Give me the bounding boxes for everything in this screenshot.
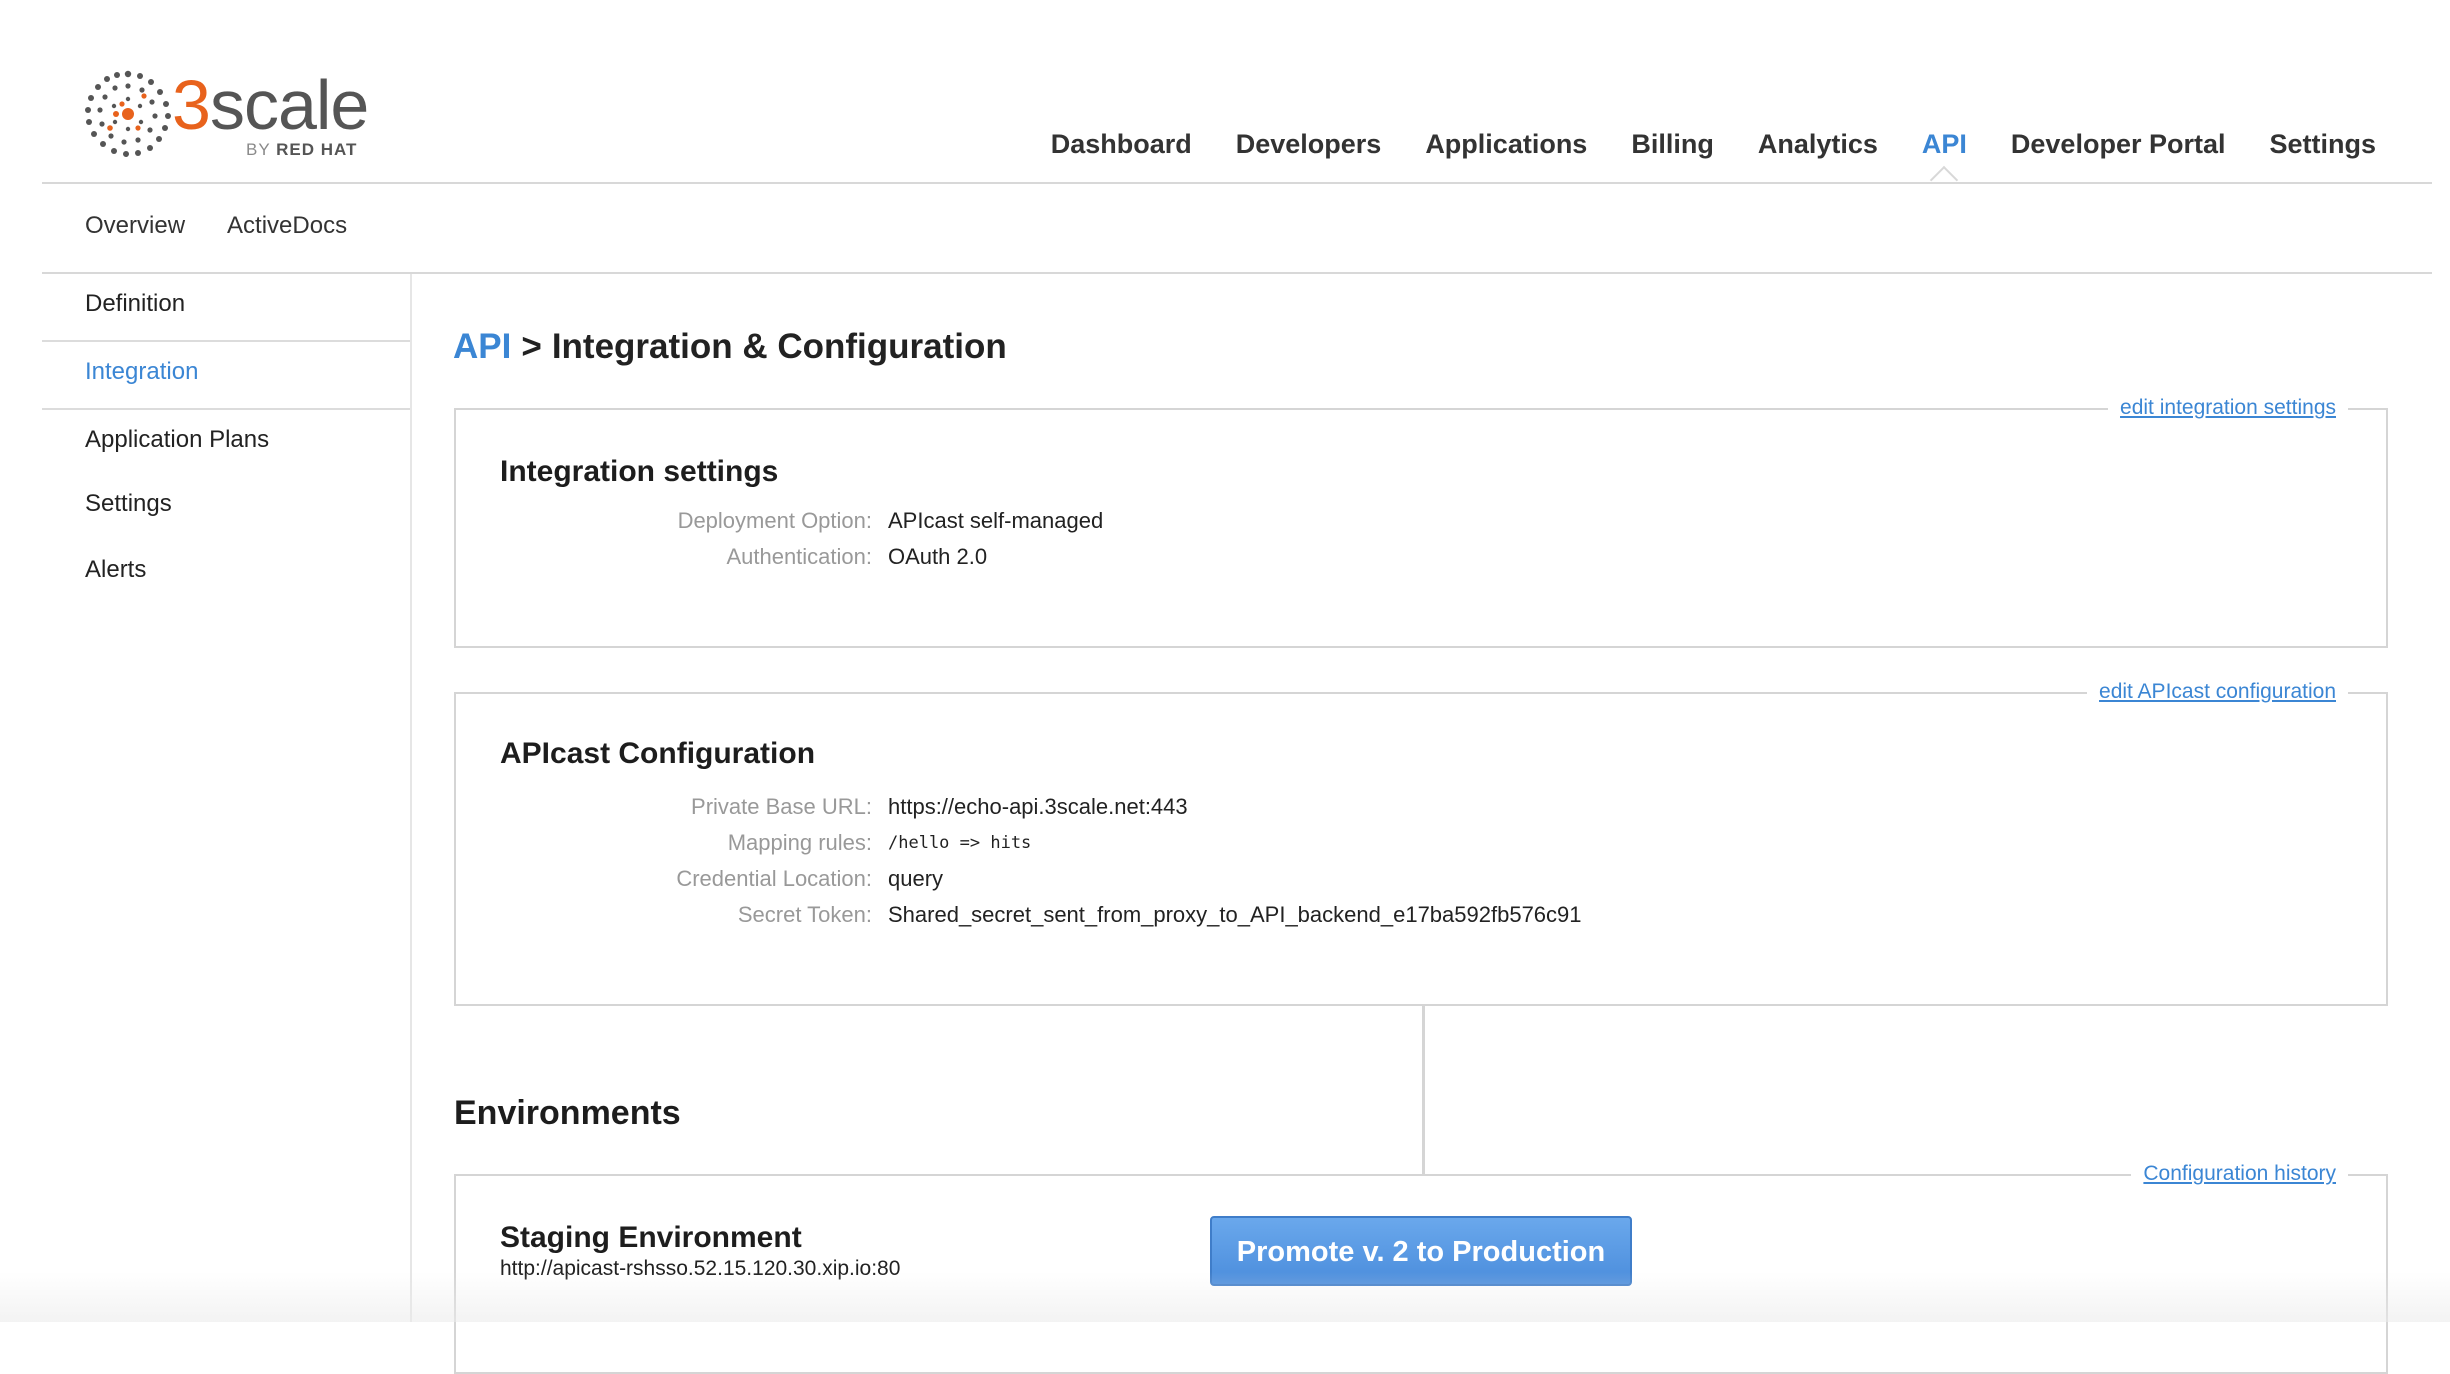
field-value: OAuth 2.0 [888,544,988,569]
nav-applications[interactable]: Applications [1403,126,1609,162]
apicast-configuration-title: APIcast Configuration [500,737,816,770]
integration-settings-panel: edit integration settings Integration se… [454,393,2388,648]
nav-api[interactable]: API [1900,126,1989,162]
sidebar-item-integration[interactable]: Integration [85,354,198,390]
nav-developer-portal[interactable]: Developer Portal [1989,126,2248,162]
apicast-configuration-panel: edit APIcast configuration APIcast Confi… [454,677,2388,1006]
field-label: Secret Token: [737,902,872,927]
sidebar: Definition Integration Application Plans… [42,274,412,1322]
logo-mark-icon [85,70,171,157]
sub-nav: Overview ActiveDocs [85,208,347,244]
nav-analytics[interactable]: Analytics [1736,126,1900,162]
edit-apicast-configuration-link[interactable]: edit APIcast configuration [2087,677,2348,707]
sidebar-divider [42,340,410,342]
field-label: Mapping rules: [727,830,872,855]
breadcrumb-separator: > [521,327,542,366]
logo-subtitle: BY RED HAT [246,140,358,159]
nav-settings[interactable]: Settings [2247,126,2398,162]
sidebar-item-application-plans[interactable]: Application Plans [85,422,269,458]
environments-title: Environments [454,1094,681,1132]
field-label: Private Base URL: [691,794,872,819]
field-label: Deployment Option: [677,508,872,533]
field-value: Shared_secret_sent_from_proxy_to_API_bac… [888,902,1582,927]
staging-environment-title: Staging Environment [500,1221,802,1254]
nav-dashboard[interactable]: Dashboard [1029,126,1214,162]
nav-developers[interactable]: Developers [1214,126,1404,162]
brand-logo[interactable]: 3scale BY RED HAT [80,66,400,166]
field-deployment-option: Deployment Option: APIcast self-managed [456,504,2256,538]
field-value: APIcast self-managed [888,508,1104,533]
edit-integration-settings-link[interactable]: edit integration settings [2108,393,2348,423]
logo-wordmark: 3scale [172,66,369,144]
subnav-overview[interactable]: Overview [85,208,185,244]
field-secret-token: Secret Token: Shared_secret_sent_from_pr… [456,898,2256,932]
subnav-activedocs[interactable]: ActiveDocs [227,208,347,244]
promote-to-production-button[interactable]: Promote v. 2 to Production [1210,1216,1632,1286]
breadcrumb-api-link[interactable]: API [453,327,511,366]
field-label: Authentication: [726,544,872,569]
nav-billing[interactable]: Billing [1609,126,1736,162]
sidebar-item-definition[interactable]: Definition [85,286,185,322]
breadcrumb: API > Integration & Configuration [453,324,1007,370]
staging-environment-url: http://apicast-rshsso.52.15.120.30.xip.i… [500,1257,901,1280]
field-private-base-url: Private Base URL: https://echo-api.3scal… [456,790,2256,824]
field-value: /hello => hits [888,833,1032,853]
field-mapping-rules: Mapping rules: /hello => hits [456,826,2256,860]
field-credential-location: Credential Location: query [456,862,2256,896]
sidebar-item-settings[interactable]: Settings [85,486,172,522]
page-title: Integration & Configuration [551,327,1007,366]
field-authentication: Authentication: OAuth 2.0 [456,540,2256,574]
top-nav: Dashboard Developers Applications Billin… [1029,126,2398,162]
header-divider [42,182,2432,184]
sidebar-divider [42,408,410,410]
field-value: query [888,866,944,891]
configuration-history-link[interactable]: Configuration history [2131,1159,2348,1189]
connector-line [1422,1004,1425,1176]
sidebar-item-alerts[interactable]: Alerts [85,552,146,588]
field-label: Credential Location: [676,866,872,891]
integration-settings-title: Integration settings [500,455,779,488]
field-value: https://echo-api.3scale.net:443 [888,794,1188,819]
